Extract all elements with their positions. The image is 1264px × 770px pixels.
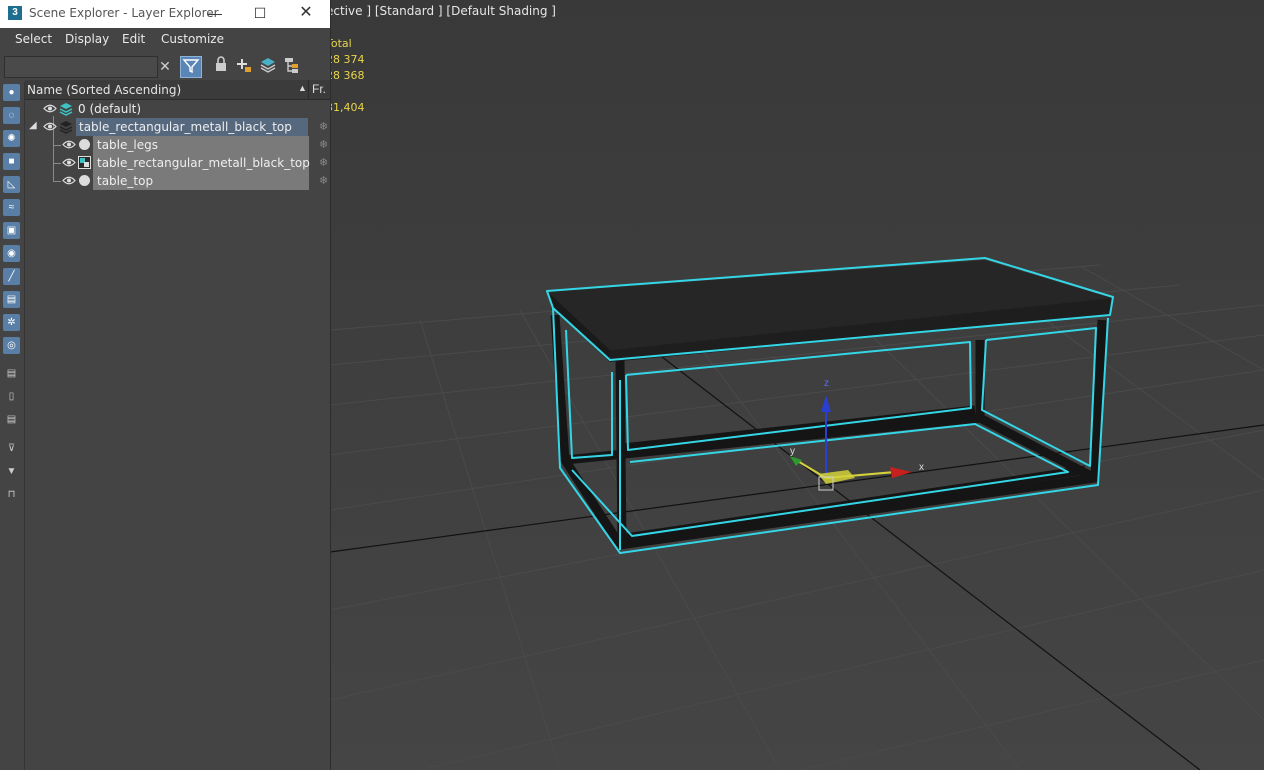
tree-row-table-group[interactable]: table_rectangular_metall_black_top ❄ bbox=[25, 154, 330, 172]
gizmo-y-label: y bbox=[790, 446, 795, 457]
freeze-icon[interactable]: ❄ bbox=[319, 120, 328, 133]
lights-icon[interactable]: ✺ bbox=[3, 130, 20, 147]
freeze-icon[interactable]: ❄ bbox=[319, 174, 328, 187]
app-icon: 3 bbox=[8, 6, 22, 20]
bones-icon[interactable]: ╱ bbox=[3, 268, 20, 285]
tree-header: Name (Sorted Ascending) ▲ Fr. bbox=[25, 80, 330, 100]
helpers-icon[interactable]: ◺ bbox=[3, 176, 20, 193]
space-warps-icon[interactable]: ≈ bbox=[3, 199, 20, 216]
visibility-eye-icon[interactable] bbox=[43, 103, 57, 114]
clear-search-icon[interactable]: ✕ bbox=[155, 56, 175, 76]
explorer-toolbar: ✕ bbox=[0, 52, 330, 80]
layer-icon bbox=[59, 103, 73, 116]
stats-polys: 28 374 bbox=[326, 53, 365, 66]
layer-icon bbox=[59, 121, 73, 134]
shapes-icon[interactable]: ◌ bbox=[3, 107, 20, 124]
menu-edit[interactable]: Edit bbox=[122, 32, 145, 46]
tree-row-default-layer[interactable]: 0 (default) bbox=[25, 100, 330, 118]
tree-row-label: table_rectangular_metall_black_top bbox=[97, 156, 310, 170]
geometry-icon[interactable]: ● bbox=[3, 84, 20, 101]
invert-icon[interactable]: ▤ bbox=[3, 411, 20, 428]
filter-combos-icon[interactable]: ⊽ bbox=[3, 440, 20, 457]
gizmo-z-label: z bbox=[824, 378, 829, 389]
tree-row-label: table_top bbox=[97, 174, 154, 188]
visibility-eye-icon[interactable] bbox=[62, 139, 76, 150]
search-input[interactable] bbox=[4, 56, 158, 78]
scene-explorer-window[interactable]: 3 Scene Explorer - Layer Explorer — ☐ ✕ … bbox=[0, 0, 331, 770]
viewport-label[interactable]: ective ] [Standard ] [Default Shading ] bbox=[326, 4, 556, 18]
maximize-button[interactable]: ☐ bbox=[245, 2, 275, 24]
selection-set-icon[interactable]: ⊓ bbox=[3, 486, 20, 503]
tree-row-label: table_rectangular_metall_black_top bbox=[79, 120, 292, 134]
tree-row-table-layer[interactable]: ◢ table_rectangular_metall_black_top ❄ bbox=[25, 118, 330, 136]
geometry-object-icon bbox=[79, 175, 90, 186]
column-name-header[interactable]: Name (Sorted Ascending) bbox=[27, 83, 181, 97]
column-frozen-header[interactable]: Fr. bbox=[308, 80, 334, 99]
display-all-icon[interactable]: ▤ bbox=[3, 365, 20, 382]
frozen-icon[interactable]: ◎ bbox=[3, 337, 20, 354]
display-none-icon[interactable]: ▯ bbox=[3, 388, 20, 405]
menu-select[interactable]: Select bbox=[15, 32, 52, 46]
title-bar[interactable]: 3 Scene Explorer - Layer Explorer — ☐ ✕ bbox=[0, 0, 330, 28]
geometry-object-icon bbox=[79, 139, 90, 150]
collapse-arrow-icon[interactable]: ◢ bbox=[29, 120, 37, 131]
visibility-eye-icon[interactable] bbox=[43, 121, 57, 132]
tree-row-label: 0 (default) bbox=[78, 102, 142, 116]
sort-ascending-icon: ▲ bbox=[298, 83, 307, 93]
containers-icon[interactable]: ▤ bbox=[3, 291, 20, 308]
window-title: Scene Explorer - Layer Explorer bbox=[29, 6, 219, 20]
lock-icon[interactable] bbox=[211, 56, 231, 76]
xrefs-icon[interactable]: ◉ bbox=[3, 245, 20, 262]
tree-row-table-legs[interactable]: table_legs ❄ bbox=[25, 136, 330, 154]
menu-customize[interactable]: Customize bbox=[161, 32, 224, 46]
freeze-icon[interactable]: ❄ bbox=[319, 156, 328, 169]
visibility-eye-icon[interactable] bbox=[62, 175, 76, 186]
tree-row-label: table_legs bbox=[97, 138, 158, 152]
filter-icon[interactable] bbox=[180, 56, 202, 78]
layers-icon[interactable] bbox=[258, 56, 278, 76]
group-icon bbox=[78, 156, 91, 169]
visibility-eye-icon[interactable] bbox=[62, 157, 76, 168]
groups-icon[interactable]: ▣ bbox=[3, 222, 20, 239]
add-layer-icon[interactable] bbox=[234, 56, 254, 76]
cameras-icon[interactable]: ■ bbox=[3, 153, 20, 170]
hierarchy-icon[interactable] bbox=[282, 56, 302, 76]
menu-bar: Select Display Edit Customize bbox=[0, 28, 330, 52]
freeze-icon[interactable]: ❄ bbox=[319, 138, 328, 151]
scene-tree[interactable]: Name (Sorted Ascending) ▲ Fr. 0 (default… bbox=[25, 80, 330, 770]
close-button[interactable]: ✕ bbox=[291, 2, 321, 24]
tree-row-table-top[interactable]: table_top ❄ bbox=[25, 172, 330, 190]
menu-display[interactable]: Display bbox=[65, 32, 109, 46]
filter-side-toolbar: ● ◌ ✺ ■ ◺ ≈ ▣ ◉ ╱ ▤ ✲ ◎ ▤ ▯ ▤ ⊽ ▼ ⊓ bbox=[0, 82, 25, 770]
filter-icon-side[interactable]: ▼ bbox=[3, 463, 20, 480]
particles-icon[interactable]: ✲ bbox=[3, 314, 20, 331]
gizmo-x-label: x bbox=[919, 462, 924, 473]
minimize-button[interactable]: — bbox=[200, 2, 230, 24]
stats-fps: 31,404 bbox=[326, 101, 365, 114]
